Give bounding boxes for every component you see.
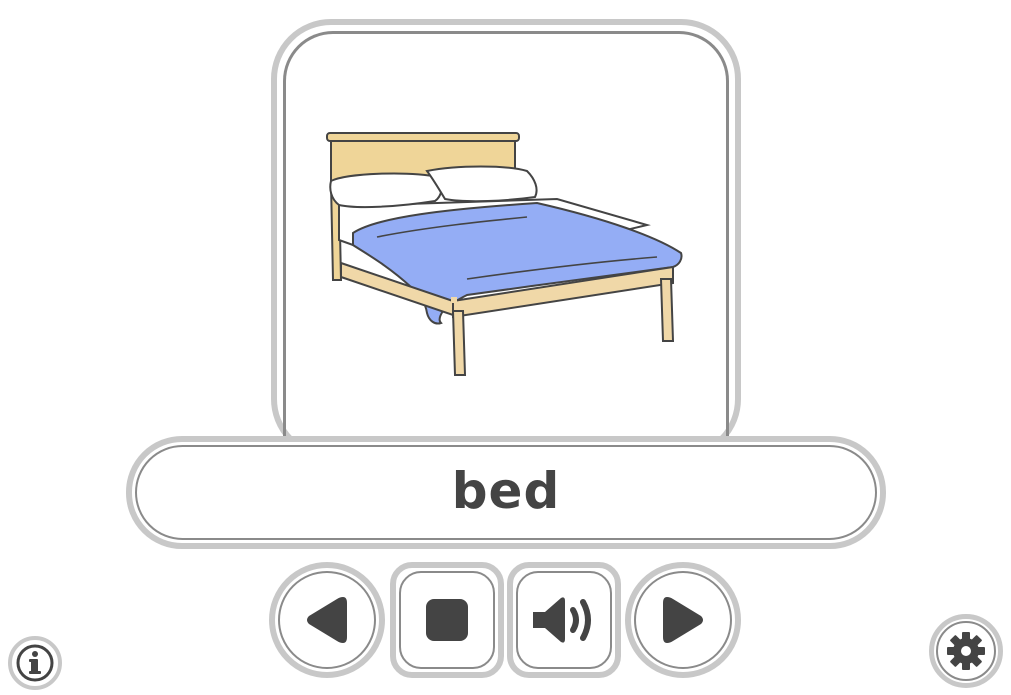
bed-illustration <box>326 132 683 376</box>
play-sound-button[interactable] <box>507 562 621 678</box>
gear-icon <box>947 632 985 670</box>
triangle-left-icon <box>307 597 347 643</box>
triangle-right-icon <box>663 597 703 643</box>
settings-button[interactable] <box>929 614 1003 688</box>
stop-button[interactable] <box>390 562 504 678</box>
flashcard-stage: bed <box>0 0 1011 695</box>
info-icon <box>16 644 54 682</box>
picture-card <box>271 19 741 459</box>
stop-square-icon <box>426 599 468 641</box>
speaker-icon <box>533 597 591 643</box>
word-label-bar: bed <box>126 436 886 549</box>
card-word: bed <box>451 461 561 520</box>
previous-button[interactable] <box>269 562 385 678</box>
next-button[interactable] <box>625 562 741 678</box>
info-button[interactable] <box>8 636 62 690</box>
